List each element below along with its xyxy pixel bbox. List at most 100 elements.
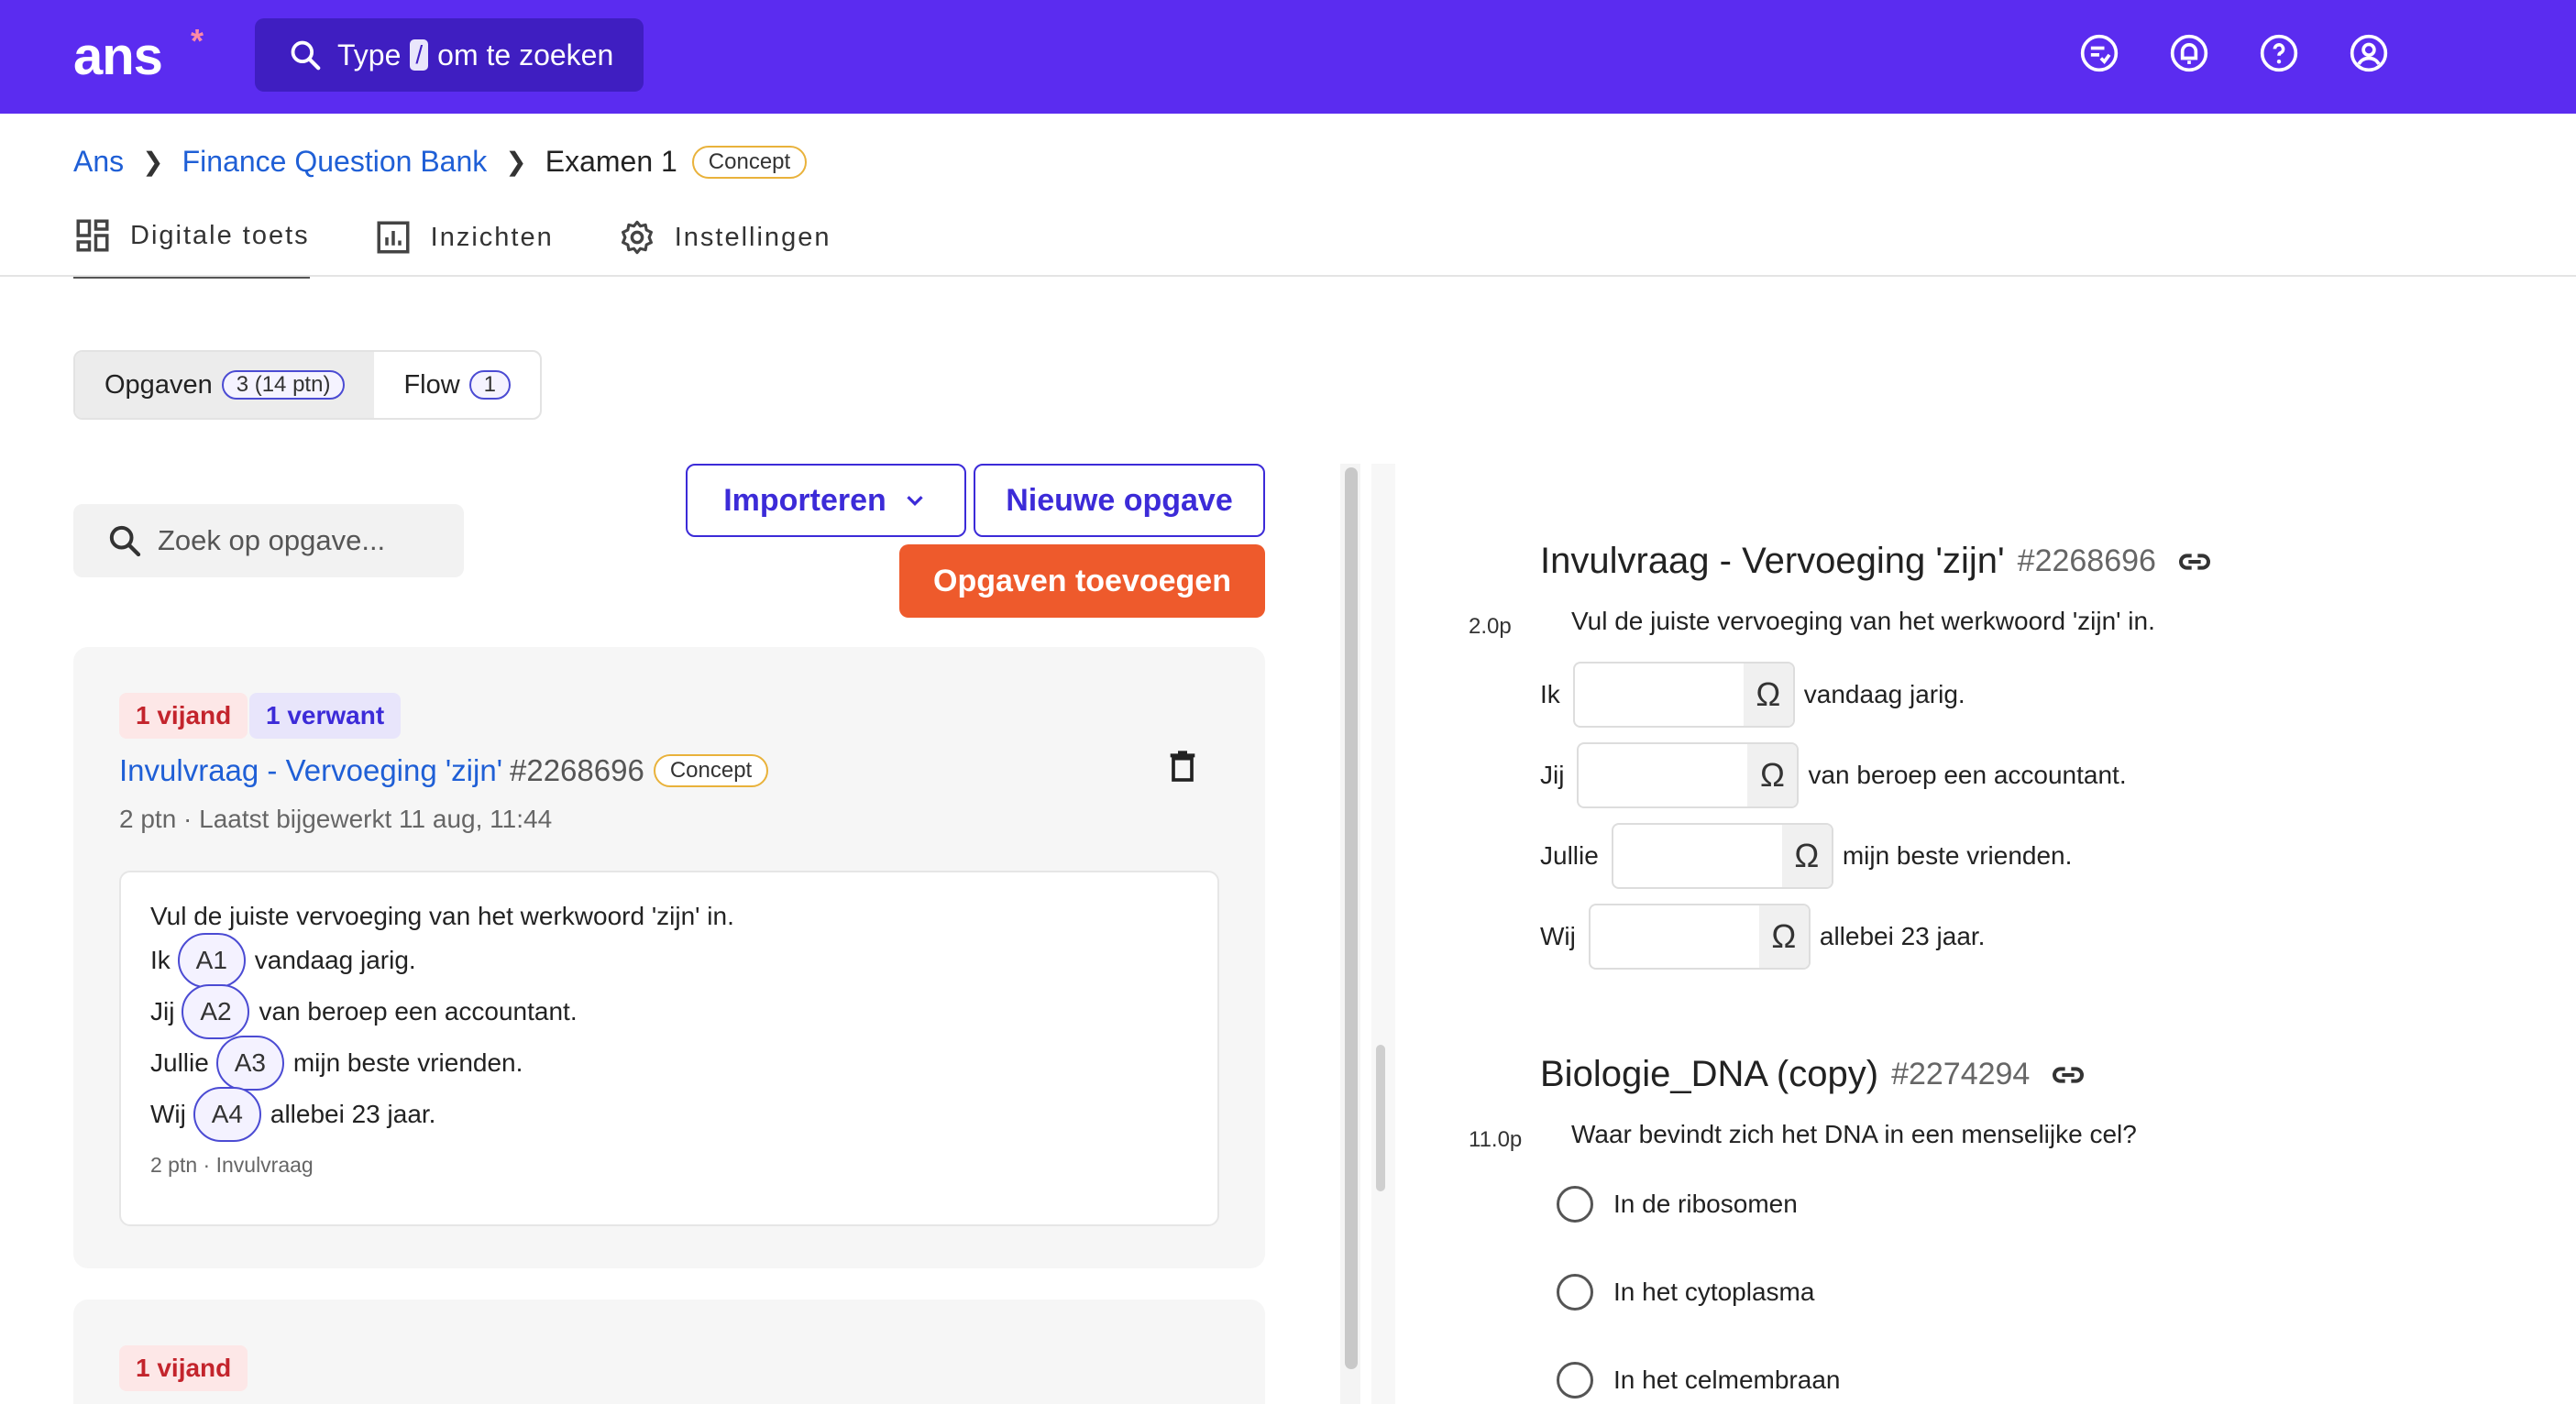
- gear-icon: [621, 220, 653, 255]
- breadcrumb-ans[interactable]: Ans: [73, 145, 124, 179]
- fill-row: Jij Ω van beroep een accountant.: [1540, 742, 2127, 808]
- special-char-button[interactable]: Ω: [1758, 905, 1809, 968]
- fill-input[interactable]: Ω: [1577, 742, 1800, 808]
- user-icon[interactable]: [2349, 33, 2389, 73]
- answer-chip: A4: [193, 1087, 261, 1142]
- tab-instellingen[interactable]: Instellingen: [618, 216, 831, 279]
- related-tag: 1 verwant: [249, 693, 402, 739]
- fill-row: Jullie Ω mijn beste vrienden.: [1540, 823, 2072, 889]
- tab-digitale-toets[interactable]: Digitale toets: [73, 216, 310, 279]
- radio-button[interactable]: [1557, 1186, 1593, 1223]
- new-question-label: Nieuwe opgave: [1006, 482, 1233, 518]
- answer-chip: A3: [215, 1036, 284, 1091]
- answer-line: Ik A1 vandaag jarig.: [150, 933, 1188, 988]
- import-label: Importeren: [723, 482, 886, 518]
- count-badge: 1: [468, 370, 512, 400]
- special-char-button[interactable]: Ω: [1747, 744, 1798, 806]
- question-search-input[interactable]: Zoek op opgave...: [73, 504, 464, 577]
- segment-label: Flow: [403, 369, 460, 400]
- new-question-button[interactable]: Nieuwe opgave: [974, 464, 1265, 537]
- fill-row: Ik Ω vandaag jarig.: [1540, 662, 1965, 728]
- add-questions-button[interactable]: Opgaven toevoegen: [899, 544, 1265, 618]
- fill-input[interactable]: Ω: [1611, 823, 1833, 889]
- question-meta: 2 ptn · Laatst bijgewerkt 11 aug, 11:44: [119, 805, 553, 833]
- option-label: In het celmembraan: [1613, 1366, 1841, 1394]
- question-prompt: Vul de juiste vervoeging van het werkwoo…: [150, 902, 734, 930]
- chevron-right-icon: ❯: [142, 148, 164, 176]
- help-icon[interactable]: [2259, 33, 2299, 73]
- breadcrumb: Ans ❯ Finance Question Bank ❯ Examen 1 C…: [73, 145, 808, 179]
- question-preview-box: Vul de juiste vervoeging van het werkwoo…: [119, 871, 1219, 1226]
- preview-scrollbar[interactable]: [1371, 464, 1395, 1404]
- radio-option[interactable]: In het cytoplasma: [1557, 1274, 1814, 1311]
- trash-icon[interactable]: [1164, 746, 1201, 786]
- ans-logo[interactable]: ans *: [73, 22, 204, 87]
- answer-line: Jij A2 van beroep een accountant.: [150, 984, 1188, 1039]
- search-prefix: Type: [337, 38, 402, 71]
- fill-input[interactable]: Ω: [1588, 904, 1811, 970]
- breadcrumb-current: Examen 1: [545, 145, 677, 178]
- radio-button[interactable]: [1557, 1362, 1593, 1399]
- preview-scrollbar-thumb[interactable]: [1376, 1045, 1385, 1191]
- view-segment: Opgaven 3 (14 ptn) Flow 1: [73, 350, 543, 420]
- chevron-down-icon: [907, 496, 923, 507]
- status-badge: Concept: [691, 145, 808, 179]
- radio-option[interactable]: In de ribosomen: [1557, 1186, 1798, 1223]
- search-placeholder: Zoek op opgave...: [158, 524, 386, 556]
- answer-line: Wij A4 allebei 23 jaar.: [150, 1087, 1188, 1142]
- fill-input[interactable]: Ω: [1572, 662, 1795, 728]
- import-button[interactable]: Importeren: [686, 464, 966, 537]
- answer-line: Jullie A3 mijn beste vrienden.: [150, 1036, 1188, 1091]
- enemy-tag: 1 vijand: [119, 693, 248, 739]
- answer-chip: A1: [177, 933, 246, 988]
- preview-question-title: Biologie_DNA (copy) #2274294: [1540, 1054, 2086, 1095]
- points-label: 11.0p: [1469, 1127, 1523, 1152]
- points-label: 2.0p: [1469, 614, 1512, 639]
- option-label: In het cytoplasma: [1613, 1278, 1815, 1306]
- chart-icon: [377, 221, 410, 254]
- task-list-icon[interactable]: [2079, 33, 2119, 73]
- enemy-tag: 1 vijand: [119, 1345, 248, 1391]
- search-shortcut-key: /: [410, 39, 429, 71]
- chevron-right-icon: ❯: [505, 148, 527, 176]
- tab-label: Digitale toets: [130, 220, 310, 250]
- special-char-button[interactable]: Ω: [1743, 664, 1793, 726]
- breadcrumb-question-bank[interactable]: Finance Question Bank: [182, 145, 488, 179]
- question-id: #2268696: [2017, 543, 2156, 578]
- special-char-button[interactable]: Ω: [1781, 825, 1832, 887]
- question-text: Vul de juiste vervoeging van het werkwoo…: [1571, 607, 2155, 635]
- top-bar: ans * Type / om te zoeken: [0, 0, 2576, 114]
- tabs-divider: [0, 275, 2576, 277]
- question-id: #2274294: [1891, 1057, 2031, 1091]
- tab-label: Inzichten: [430, 222, 554, 252]
- search-icon: [291, 40, 321, 71]
- tab-label: Instellingen: [674, 222, 831, 252]
- search-icon: [109, 525, 141, 557]
- question-type-meta: 2 ptn · Invulvraag: [150, 1153, 314, 1177]
- question-title-link[interactable]: Invulvraag - Vervoeging 'zijn': [119, 753, 502, 788]
- dashboard-icon: [76, 219, 109, 252]
- link-icon[interactable]: [2176, 543, 2213, 580]
- tab-inzichten[interactable]: Inzichten: [374, 216, 554, 279]
- question-card[interactable]: 1 vijand 1 verwant Invulvraag - Vervoegi…: [73, 647, 1265, 1268]
- list-scrollbar-thumb[interactable]: [1345, 467, 1358, 1369]
- link-icon[interactable]: [2050, 1057, 2086, 1093]
- search-suffix: om te zoeken: [437, 38, 614, 71]
- global-search[interactable]: Type / om te zoeken: [255, 18, 644, 92]
- main-tabs: Digitale toets Inzichten Instellingen: [73, 216, 831, 279]
- question-text: Waar bevindt zich het DNA in een menseli…: [1571, 1120, 2137, 1148]
- answer-chip: A2: [182, 984, 250, 1039]
- bell-icon[interactable]: [2169, 33, 2209, 73]
- fill-row: Wij Ω allebei 23 jaar.: [1540, 904, 1985, 970]
- segment-label: Opgaven: [105, 369, 213, 400]
- radio-option[interactable]: In het celmembraan: [1557, 1362, 1840, 1399]
- option-label: In de ribosomen: [1613, 1190, 1798, 1218]
- segment-flow[interactable]: Flow 1: [374, 352, 540, 418]
- radio-button[interactable]: [1557, 1274, 1593, 1311]
- add-questions-label: Opgaven toevoegen: [933, 563, 1231, 598]
- segment-opgaven[interactable]: Opgaven 3 (14 ptn): [75, 352, 375, 418]
- count-badge: 3 (14 ptn): [221, 370, 346, 400]
- question-card[interactable]: 1 vijand: [73, 1300, 1265, 1404]
- preview-question-title: Invulvraag - Vervoeging 'zijn' #2268696: [1540, 541, 2213, 582]
- logo-star: *: [191, 22, 204, 60]
